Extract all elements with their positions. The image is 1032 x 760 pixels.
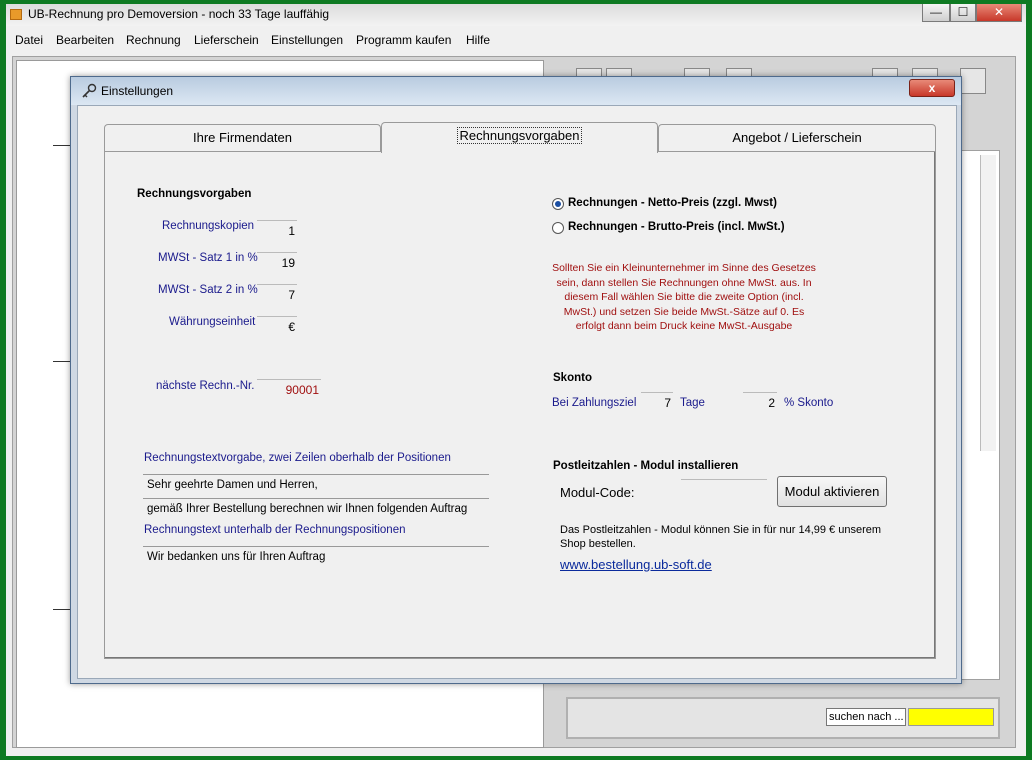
text-above-label: Rechnungstextvorgabe, zwei Zeilen oberha… xyxy=(144,452,451,464)
field-label-rechnungskopien: Rechnungskopien xyxy=(162,220,255,232)
modul-aktivieren-button[interactable]: Modul aktivieren xyxy=(777,476,887,507)
menu-rechnung[interactable]: Rechnung xyxy=(126,33,181,47)
divider xyxy=(143,498,489,499)
note-line: diesem Fall wählen Sie bitte die zweite … xyxy=(564,291,804,303)
divider xyxy=(143,546,489,547)
note-line: Sollten Sie ein Kleinunternehmer im Sinn… xyxy=(552,262,816,274)
text-below-line-1[interactable]: Wir bedanken uns für Ihren Auftrag xyxy=(147,551,325,563)
text-above-line-1[interactable]: Sehr geehrte Damen und Herren, xyxy=(147,479,318,491)
menu-bearbeiten[interactable]: Bearbeiten xyxy=(56,33,114,47)
key-icon xyxy=(82,83,97,98)
note-line: sein, dann stellen Sie Rechnungen ohne M… xyxy=(556,276,812,289)
input-skonto-days[interactable]: 7 xyxy=(641,392,673,410)
radio-brutto-label[interactable]: Rechnungen - Brutto-Preis (incl. MwSt.) xyxy=(568,221,785,233)
tab-label: Ihre Firmendaten xyxy=(193,130,292,145)
input-mwst-2[interactable]: 7 xyxy=(257,284,297,302)
minimize-button[interactable]: — xyxy=(922,4,950,22)
dialog-title: Einstellungen xyxy=(101,84,174,98)
search-input[interactable] xyxy=(908,708,994,726)
skonto-percent-unit: % Skonto xyxy=(784,397,834,409)
field-label-mwst-1: MWSt - Satz 1 in % xyxy=(158,252,258,264)
maximize-button[interactable]: ☐ xyxy=(950,4,976,22)
radio-netto-label[interactable]: Rechnungen - Netto-Preis (zzgl. Mwst) xyxy=(568,197,777,209)
tab-panel: Rechnungsvorgaben Rechnungskopien 1 MWSt… xyxy=(104,151,936,659)
input-waehrung[interactable]: € xyxy=(257,316,297,334)
app-title: UB-Rechnung pro Demoversion - noch 33 Ta… xyxy=(28,7,330,21)
note-line: MwSt.) und setzen Sie beide MwSt.-Sätze … xyxy=(563,305,805,318)
app-titlebar: UB-Rechnung pro Demoversion - noch 33 Ta… xyxy=(6,4,1026,26)
dialog-titlebar: Einstellungen x xyxy=(71,77,961,105)
field-label-next-nr: nächste Rechn.-Nr. xyxy=(156,380,255,392)
plz-title: Postleitzahlen - Modul installieren xyxy=(553,460,739,472)
tab-rechnungsvorgaben[interactable]: Rechnungsvorgaben xyxy=(381,122,658,153)
menu-einstellungen[interactable]: Einstellungen xyxy=(271,33,343,47)
radio-brutto[interactable] xyxy=(552,222,564,234)
skonto-title: Skonto xyxy=(553,372,592,384)
settings-dialog: Einstellungen x Ihre Firmendaten Rechnun… xyxy=(70,76,962,684)
tab-firmendaten[interactable]: Ihre Firmendaten xyxy=(104,124,381,152)
radio-netto[interactable] xyxy=(552,198,564,210)
plz-note-line-2: Shop bestellen. xyxy=(560,538,636,550)
skonto-days-unit: Tage xyxy=(680,397,705,409)
field-label-mwst-2: MWSt - Satz 2 in % xyxy=(158,284,258,296)
save-icon[interactable] xyxy=(960,68,986,94)
skonto-label: Bei Zahlungsziel xyxy=(552,397,637,409)
menu-datei[interactable]: Datei xyxy=(15,33,43,47)
menu-programm-kaufen[interactable]: Programm kaufen xyxy=(356,33,451,47)
search-label: suchen nach ... xyxy=(826,708,906,726)
app-close-button[interactable]: ✕ xyxy=(976,4,1022,22)
modul-code-input[interactable] xyxy=(681,479,767,499)
menu-lieferschein[interactable]: Lieferschein xyxy=(194,33,259,47)
input-skonto-percent[interactable]: 2 xyxy=(743,392,777,410)
kleinunternehmer-note: Sollten Sie ein Kleinunternehmer im Sinn… xyxy=(549,261,819,334)
text-below-label: Rechnungstext unterhalb der Rechnungspos… xyxy=(144,524,406,536)
menu-hilfe[interactable]: Hilfe xyxy=(466,33,490,47)
note-line: erfolgt dann beim Druck keine MwSt.-Ausg… xyxy=(575,320,793,332)
tab-label: Angebot / Lieferschein xyxy=(732,130,862,145)
app-icon xyxy=(10,9,22,20)
shop-link[interactable]: www.bestellung.ub-soft.de xyxy=(560,557,712,572)
plz-note-line-1: Das Postleitzahlen - Modul können Sie in… xyxy=(560,524,882,536)
divider xyxy=(143,474,489,475)
input-rechnungskopien[interactable]: 1 xyxy=(257,220,297,238)
tab-label: Rechnungsvorgaben xyxy=(456,127,583,144)
dialog-body: Ihre Firmendaten Rechnungsvorgaben Angeb… xyxy=(77,105,957,679)
input-mwst-1[interactable]: 19 xyxy=(257,252,297,270)
dialog-close-button[interactable]: x xyxy=(909,79,955,97)
input-next-nr[interactable]: 90001 xyxy=(257,379,321,397)
tab-angebot-lieferschein[interactable]: Angebot / Lieferschein xyxy=(658,124,936,152)
menu-bar: Datei Bearbeiten Rechnung Lieferschein E… xyxy=(6,30,1026,50)
section-title-rechnungsvorgaben: Rechnungsvorgaben xyxy=(137,188,252,200)
text-above-line-2[interactable]: gemäß Ihrer Bestellung berechnen wir Ihn… xyxy=(147,503,467,515)
search-panel: suchen nach ... xyxy=(566,697,1000,739)
modul-code-label: Modul-Code: xyxy=(560,485,635,500)
field-label-waehrung: Währungseinheit xyxy=(169,316,256,328)
background-scrollbar[interactable] xyxy=(980,155,996,451)
